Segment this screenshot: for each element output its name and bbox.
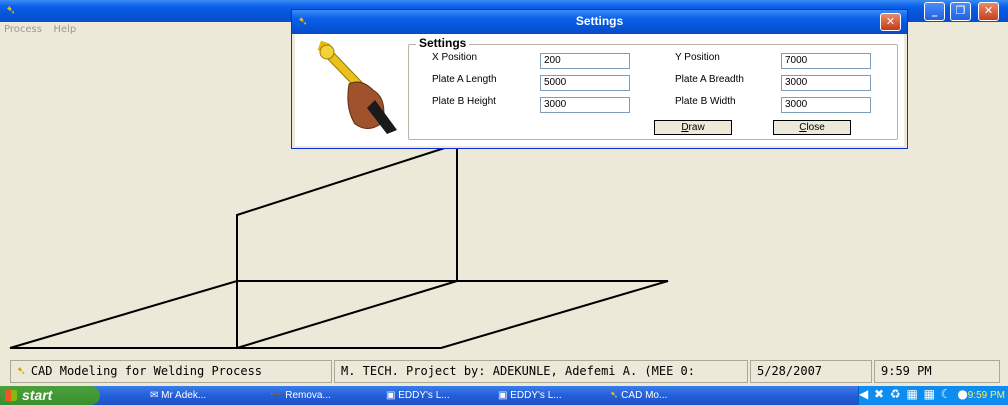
- x-position-label: X Position: [432, 52, 478, 63]
- dialog-title: Settings: [575, 14, 624, 28]
- wrench-hand-icon: [317, 40, 397, 134]
- plate-b-height-field[interactable]: 3000: [540, 97, 630, 113]
- plate-a-breadth-label: Plate A Breadth: [675, 74, 744, 85]
- status-date-panel: 5/28/2007: [750, 360, 872, 383]
- x-position-field[interactable]: 200: [540, 53, 630, 69]
- draw-button[interactable]: Draw: [654, 120, 732, 135]
- status-date: 5/28/2007: [757, 364, 823, 378]
- taskbar-item-remova[interactable]: ➖ Remova...: [270, 387, 331, 404]
- group-label: Settings: [416, 36, 470, 50]
- taskbar-item-eddys-2[interactable]: ▣ EDDY's L...: [498, 387, 562, 404]
- welding-torch-icon: ➷: [6, 3, 17, 17]
- tray-icons[interactable]: ◀ ✖ ♻ ▦ ▦ ☾ ●: [859, 387, 969, 401]
- system-tray: ◀ ✖ ♻ ▦ ▦ ☾ ● 9:59 PM: [858, 386, 1008, 405]
- y-position-label: Y Position: [675, 52, 720, 63]
- dialog-titlebar: ➷ Settings ✕: [292, 10, 907, 34]
- status-time: 9:59 PM: [881, 364, 932, 378]
- close-window-button[interactable]: ✕: [978, 2, 999, 21]
- windows-logo-icon: [5, 390, 17, 401]
- plate-b-width-label: Plate B Width: [675, 96, 736, 107]
- y-position-field[interactable]: 7000: [781, 53, 871, 69]
- status-project-panel: M. TECH. Project by: ADEKUNLE, Adefemi A…: [334, 360, 748, 383]
- plate-b-height-label: Plate B Height: [432, 96, 496, 107]
- welding-torch-icon: ➷: [17, 364, 25, 379]
- status-app-panel: ➷ CAD Modeling for Welding Process: [10, 360, 332, 383]
- menu-help[interactable]: Help: [49, 22, 80, 38]
- dialog-close-icon[interactable]: ✕: [880, 13, 901, 31]
- plate-a-breadth-field[interactable]: 3000: [781, 75, 871, 91]
- status-app-name: CAD Modeling for Welding Process: [30, 364, 263, 378]
- tray-clock: 9:59 PM: [967, 390, 1005, 401]
- status-time-panel: 9:59 PM: [874, 360, 1000, 383]
- status-project: M. TECH. Project by: ADEKUNLE, Adefemi A…: [341, 364, 696, 378]
- plate-a: [9, 280, 669, 349]
- plate-b: [236, 142, 458, 282]
- settings-dialog: ➷ Settings ✕ Settings X Position 200 Y P…: [291, 9, 908, 149]
- plate-b-width-field[interactable]: 3000: [781, 97, 871, 113]
- plate-a-length-field[interactable]: 5000: [540, 75, 630, 91]
- taskbar-item-eddys-1[interactable]: ▣ EDDY's L...: [386, 387, 450, 404]
- minimize-button[interactable]: _: [924, 2, 945, 21]
- taskbar-item-cad-mo[interactable]: ➷ CAD Mo...: [610, 387, 667, 404]
- status-bar: ➷ CAD Modeling for Welding Process M. TEC…: [0, 358, 1008, 386]
- menu-process[interactable]: Process: [0, 22, 46, 38]
- plate-b-bottom-edge: [236, 280, 458, 349]
- taskbar: start ✉ Mr Adek... ➖ Remova... ▣ EDDY's …: [0, 386, 1008, 405]
- maximize-button[interactable]: ❐: [950, 2, 971, 21]
- start-button[interactable]: start: [0, 386, 100, 405]
- close-button[interactable]: Close: [773, 120, 851, 135]
- taskbar-item-mr-adek[interactable]: ✉ Mr Adek...: [150, 387, 206, 404]
- dialog-body: Settings X Position 200 Y Position 7000 …: [295, 34, 904, 146]
- plate-a-length-label: Plate A Length: [432, 74, 497, 85]
